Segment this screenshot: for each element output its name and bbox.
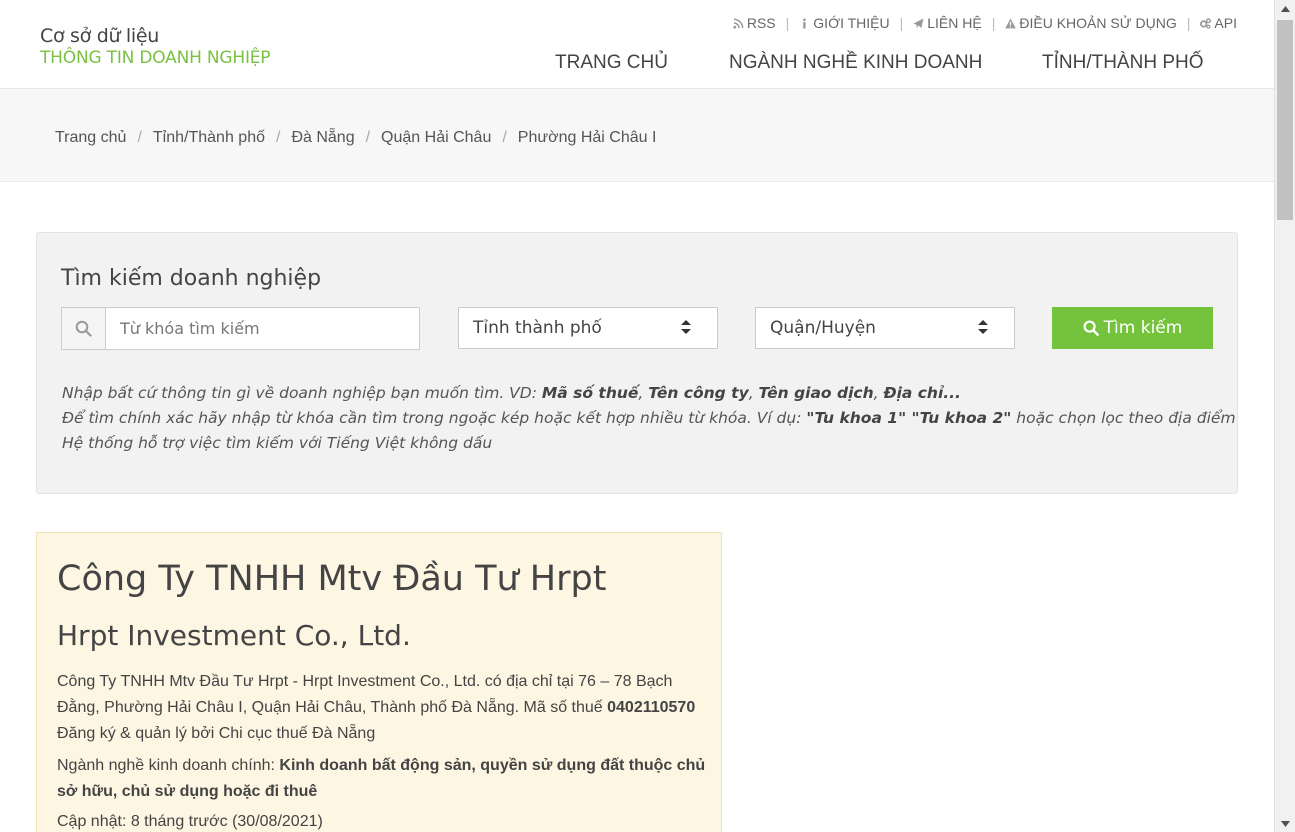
help-line-3: Hệ thống hỗ trợ việc tìm kiếm với Tiếng … (62, 434, 493, 452)
scroll-up-arrow-icon[interactable] (1275, 0, 1295, 17)
search-button-label: Tìm kiếm (1103, 318, 1183, 338)
search-input[interactable] (106, 308, 419, 349)
breadcrumb-home[interactable]: Trang chủ (55, 129, 126, 147)
topnav-divider: | (785, 15, 790, 31)
logo-line2: THÔNG TIN DOANH NGHIỆP (40, 48, 271, 68)
district-select-value: Quận/Huyện (770, 318, 876, 338)
province-select[interactable]: Tỉnh thành phố (458, 307, 718, 349)
breadcrumb-separator: / (275, 129, 281, 146)
company-industry: Ngành nghề kinh doanh chính: Kinh doanh … (57, 753, 707, 805)
help-line-2: Để tìm chính xác hãy nhập từ khóa cần tì… (62, 406, 1236, 431)
company-address-text: Công Ty TNHH Mtv Đầu Tư Hrpt - Hrpt Inve… (57, 673, 673, 716)
topnav-terms[interactable]: ĐIỀU KHOẢN SỬ DỤNG (1005, 15, 1177, 31)
breadcrumb-ward[interactable]: Phường Hải Châu I (518, 129, 657, 147)
help-text: Nhập bất cứ thông tin gì về doanh nghiệp… (62, 384, 542, 402)
site-header: Cơ sở dữ liệu THÔNG TIN DOANH NGHIỆP RSS… (0, 0, 1274, 89)
top-navigation: RSS | GIỚI THIỆU | LIÊN HỆ | ĐIỀU KHOẢN … (733, 15, 1237, 31)
search-title: Tìm kiếm doanh nghiệp (61, 266, 322, 291)
company-registrar-text: Đăng ký & quản lý bởi Chi cục thuế Đà Nẵ… (57, 725, 376, 742)
topnav-terms-label: ĐIỀU KHOẢN SỬ DỤNG (1019, 15, 1177, 31)
help-example: "Tu khoa 1" "Tu khoa 2" (806, 409, 1012, 427)
scrollbar-thumb[interactable] (1277, 20, 1293, 220)
company-card: Công Ty TNHH Mtv Đầu Tư Hrpt Hrpt Invest… (36, 532, 722, 832)
topnav-contact[interactable]: LIÊN HỆ (913, 15, 982, 31)
topnav-about-label: GIỚI THIỆU (813, 15, 890, 31)
company-description: Công Ty TNHH Mtv Đầu Tư Hrpt - Hrpt Inve… (57, 669, 707, 747)
help-line-1: Nhập bất cứ thông tin gì về doanh nghiệp… (62, 384, 961, 402)
help-example: Mã số thuế (541, 384, 639, 402)
help-example: Địa chỉ (883, 384, 944, 402)
company-name-en: Hrpt Investment Co., Ltd. (57, 619, 411, 652)
province-select-value: Tỉnh thành phố (473, 318, 602, 338)
topnav-rss-label: RSS (746, 15, 776, 31)
breadcrumb-separator: / (137, 129, 142, 146)
company-updated: Cập nhật: 8 tháng trước (30/08/2021) (57, 813, 323, 830)
topnav-divider: | (899, 15, 904, 31)
scroll-down-arrow-icon[interactable] (1275, 815, 1295, 832)
keyword-field (61, 307, 420, 350)
search-button[interactable]: Tìm kiếm (1052, 307, 1213, 349)
breadcrumb: Trang chủ / Tỉnh/Thành phố / Đà Nẵng / Q… (55, 129, 656, 147)
company-name[interactable]: Công Ty TNHH Mtv Đầu Tư Hrpt (57, 559, 606, 599)
breadcrumb-provinces[interactable]: Tỉnh/Thành phố (153, 129, 265, 147)
search-help: Nhập bất cứ thông tin gì về doanh nghiệp… (62, 381, 1236, 456)
help-text: hoặc chọn lọc theo địa điểm (1011, 409, 1236, 427)
search-panel: Tìm kiếm doanh nghiệp Tỉnh thành phố Quậ… (36, 232, 1238, 494)
nav-industries[interactable]: NGÀNH NGHỀ KINH DOANH (729, 52, 982, 74)
topnav-api-label: API (1214, 15, 1237, 31)
breadcrumb-separator: / (502, 129, 507, 146)
breadcrumb-band: Trang chủ / Tỉnh/Thành phố / Đà Nẵng / Q… (0, 89, 1274, 182)
help-example: Tên công ty (648, 384, 749, 402)
help-example: Tên giao dịch (758, 384, 874, 402)
nav-provinces[interactable]: TỈNH/THÀNH PHỐ (1042, 52, 1204, 74)
scrollbar[interactable] (1274, 0, 1295, 832)
nav-home[interactable]: TRANG CHỦ (555, 52, 668, 74)
logo-line1: Cơ sở dữ liệu (40, 25, 160, 47)
district-select[interactable]: Quận/Huyện (755, 307, 1015, 349)
help-text: Để tìm chính xác hãy nhập từ khóa cần tì… (62, 409, 807, 427)
sort-arrows-icon (978, 320, 988, 334)
breadcrumb-separator: / (365, 129, 371, 146)
topnav-divider: | (1186, 15, 1191, 31)
sort-arrows-icon (681, 320, 691, 334)
gears-icon (1200, 17, 1212, 29)
warning-icon (1005, 17, 1017, 28)
breadcrumb-district[interactable]: Quận Hải Châu (381, 129, 491, 147)
breadcrumb-city[interactable]: Đà Nẵng (291, 129, 354, 147)
help-ellipsis: ... (943, 384, 961, 402)
company-tax-id: 0402110570 (607, 699, 696, 716)
industry-label: Ngành nghề kinh doanh chính: (57, 757, 280, 774)
paper-plane-icon (913, 17, 924, 28)
topnav-contact-label: LIÊN HỆ (927, 15, 982, 31)
info-icon (803, 18, 806, 29)
topnav-about[interactable]: GIỚI THIỆU (799, 15, 890, 31)
search-icon (62, 308, 106, 349)
topnav-divider: | (991, 15, 996, 31)
search-icon (1083, 320, 1099, 336)
site-logo[interactable]: Cơ sở dữ liệu THÔNG TIN DOANH NGHIỆP (40, 24, 271, 68)
topnav-rss[interactable]: RSS (733, 15, 776, 31)
topnav-api[interactable]: API (1200, 15, 1237, 31)
rss-icon (733, 18, 744, 29)
